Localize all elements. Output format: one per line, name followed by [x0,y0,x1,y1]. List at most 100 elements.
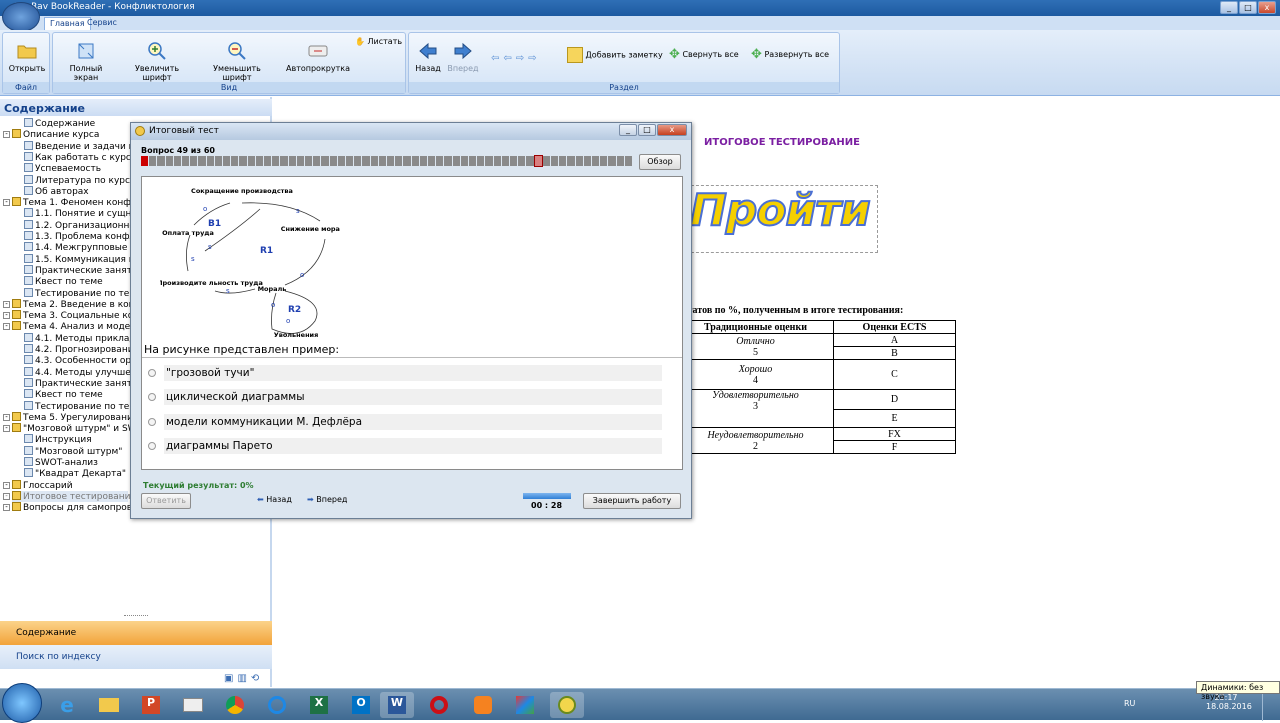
fullscreen-button[interactable]: Полный экран [57,41,115,82]
progress-cell[interactable] [477,156,485,166]
open-button[interactable]: Открыть [7,41,47,73]
progress-cell[interactable] [518,156,526,166]
progress-cell[interactable] [354,156,362,166]
progress-cell[interactable] [149,156,157,166]
tree-item[interactable]: Литература по курсу [24,174,135,186]
progress-cell[interactable] [313,156,321,166]
expand-toggle-icon[interactable]: - [3,492,10,500]
tree-item[interactable]: - Тема 3. Социальные кон [3,310,139,321]
progress-cell[interactable] [583,156,591,166]
option-label[interactable]: циклической диаграммы [164,389,662,405]
progress-cell[interactable] [542,156,550,166]
progress-cell[interactable] [141,156,149,166]
minimize-button[interactable]: _ [1220,1,1238,14]
progress-cell[interactable] [346,156,354,166]
progress-cell[interactable] [321,156,329,166]
progress-cell[interactable] [387,156,395,166]
progress-cell[interactable] [182,156,190,166]
radio-button[interactable] [148,442,156,450]
expand-toggle-icon[interactable]: - [3,504,10,512]
ie-icon[interactable]: e [50,692,84,718]
progress-cell[interactable] [255,156,263,166]
progress-cell[interactable] [223,156,231,166]
progress-cell[interactable] [510,156,518,166]
progress-cell[interactable] [264,156,272,166]
progress-cell[interactable] [485,156,493,166]
tab-contents-pane[interactable]: Содержание [0,621,272,645]
splitter-grip[interactable] [124,615,148,617]
progress-cell[interactable] [247,156,255,166]
tree-item[interactable]: - Описание курса [3,129,99,140]
word-icon[interactable]: W [380,692,414,718]
expand-toggle-icon[interactable]: - [3,323,10,331]
tree-item[interactable]: Квест по теме [24,389,103,400]
option-label[interactable]: модели коммуникации М. Дефлёра [164,414,662,430]
media-icon[interactable] [176,692,210,718]
expand-toggle-icon[interactable]: - [3,312,10,320]
go-button[interactable]: Пройти [689,184,872,237]
finish-button[interactable]: Завершить работу [583,493,681,509]
overview-button[interactable]: Обзор [639,154,681,170]
progress-cell[interactable] [452,156,460,166]
tree-item[interactable]: - Тема 2. Введение в конс [3,298,140,310]
tree-item[interactable]: 4.2. Прогнозировани [24,344,134,355]
progress-cell[interactable] [533,155,543,167]
progress-cell[interactable] [173,156,181,166]
option-label[interactable]: диаграммы Парето [164,438,662,454]
progress-cell[interactable] [239,156,247,166]
tree-item[interactable]: "Квадрат Декарта" [24,468,126,479]
flip-button[interactable]: ✋ Листать [355,37,405,46]
tree-item[interactable]: 1.4. Межгрупповые ко [24,242,141,253]
forward-button[interactable]: Вперед [447,41,479,73]
tree-item[interactable]: 4.4. Методы улучшен [24,366,137,378]
answer-option[interactable]: модели коммуникации М. Дефлёра [142,414,682,430]
progress-cell[interactable] [378,156,386,166]
collapse-all-button[interactable]: ✥ Свернуть все [669,47,745,62]
tree-item[interactable]: SWOT-анализ [24,457,98,468]
tree-item[interactable]: "Мозговой штурм" [24,445,122,457]
progress-cell[interactable] [288,156,296,166]
pane-options-icon[interactable]: ▣▥⟲ [224,673,263,684]
close-button[interactable]: x [1258,1,1276,14]
maximize-button[interactable]: □ [1239,1,1257,14]
progress-cell[interactable] [370,156,378,166]
tree-item[interactable]: Тестирование по тем [24,287,136,299]
progress-cell[interactable] [559,156,567,166]
progress-cell[interactable] [198,156,206,166]
browser-icon[interactable] [260,692,294,718]
tree-item[interactable]: - Итоговое тестирование [3,490,136,502]
tree-item[interactable]: Квест по теме [24,276,103,287]
add-note-button[interactable]: Добавить заметку [567,47,663,63]
answer-button[interactable]: Ответить [141,493,191,509]
tab-service[interactable]: Сервис [82,17,122,30]
tree-item[interactable]: - Вопросы для самопрове [3,502,138,513]
opera-icon[interactable] [422,692,456,718]
progress-cell[interactable] [624,156,632,166]
progress-cell[interactable] [403,156,411,166]
tree-item[interactable]: - Глоссарий [3,479,73,491]
dialog-minimize-button[interactable]: _ [619,124,637,136]
progress-cell[interactable] [428,156,436,166]
answer-option[interactable]: "грозовой тучи" [142,365,682,381]
expand-all-button[interactable]: ✥ Развернуть все [751,47,839,62]
expand-toggle-icon[interactable]: - [3,425,10,433]
excel-icon[interactable]: X [302,692,336,718]
tree-item[interactable]: 1.3. Проблема конфли [24,231,141,242]
tree-item[interactable]: Инструкция [24,434,92,445]
progress-cell[interactable] [493,156,501,166]
explorer-icon[interactable] [92,692,126,718]
app-menu-button[interactable] [2,2,40,32]
language-indicator[interactable]: RU [1124,699,1135,708]
tree-item[interactable]: 4.1. Методы приклад [24,332,136,344]
progress-cell[interactable] [575,156,583,166]
progress-cell[interactable] [501,156,509,166]
zoom-in-button[interactable]: Увеличить шрифт [123,41,191,82]
tree-item[interactable]: - Тема 1. Феномен конфл [3,197,137,208]
tree-item[interactable]: - Тема 5. Урегулирование [3,411,138,423]
back-button[interactable]: Назад [413,41,443,73]
progress-cell[interactable] [460,156,468,166]
tree-item[interactable]: Тестирование по тем [24,400,136,412]
expand-toggle-icon[interactable]: - [3,481,10,489]
expand-toggle-icon[interactable]: - [3,131,10,139]
radio-button[interactable] [148,393,156,401]
